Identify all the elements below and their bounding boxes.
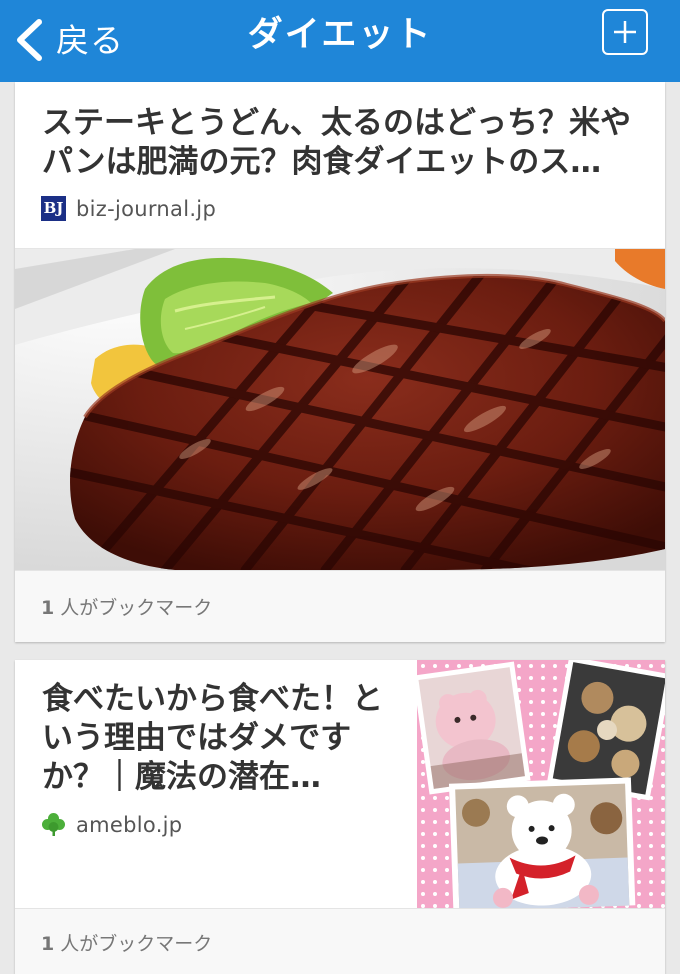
plus-icon xyxy=(614,21,636,43)
article-title[interactable]: 食べたいから食べた！という理由ではダメですか？｜魔法の潜在… xyxy=(42,680,407,797)
page-title: ダイエット xyxy=(247,15,433,55)
bookmark-count: 1 xyxy=(41,597,55,619)
article-card[interactable]: 食べたいから食べた！という理由ではダメですか？｜魔法の潜在… ameblo.jp xyxy=(15,660,665,974)
bookmark-label: 人がブックマーク xyxy=(60,933,213,955)
source-domain: biz-journal.jp xyxy=(76,196,217,221)
bookmark-count-text[interactable]: 1 人がブックマーク xyxy=(41,593,212,620)
bookmark-count: 1 xyxy=(41,933,55,955)
article-footer: 1 人がブックマーク xyxy=(15,570,665,642)
ameblo-clover-icon xyxy=(42,813,65,836)
teddy-bears-collage[interactable] xyxy=(417,660,665,908)
article-title[interactable]: ステーキとうどん、太るのはどっち？米やパンは肥満の元？肉食ダイエットのス… xyxy=(42,104,642,182)
source-domain: ameblo.jp xyxy=(76,812,183,837)
bookmark-label: 人がブックマーク xyxy=(60,597,213,619)
bookmark-count-text[interactable]: 1 人がブックマーク xyxy=(41,929,212,956)
article-source[interactable]: ameblo.jp xyxy=(41,812,182,837)
navigation-bar: 戻る ダイエット xyxy=(0,0,680,82)
steak-photo[interactable] xyxy=(15,249,665,570)
article-source[interactable]: BJ biz-journal.jp xyxy=(41,196,216,221)
article-footer: 1 人がブックマーク xyxy=(15,908,665,974)
bj-logo-icon: BJ xyxy=(41,196,66,221)
add-button[interactable] xyxy=(602,9,648,55)
article-card[interactable]: ステーキとうどん、太るのはどっち？米やパンは肥満の元？肉食ダイエットのス… BJ… xyxy=(15,82,665,642)
